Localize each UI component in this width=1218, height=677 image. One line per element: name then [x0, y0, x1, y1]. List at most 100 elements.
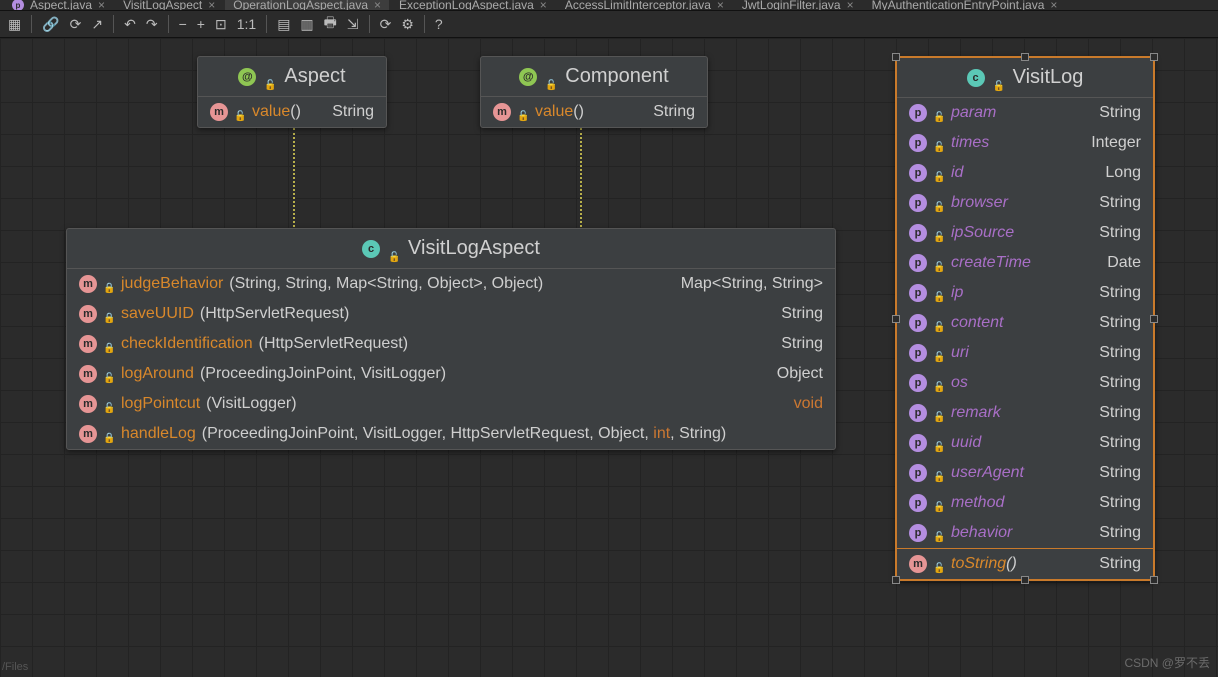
property-row: paramString: [897, 98, 1153, 128]
property-icon: [909, 224, 927, 242]
toolbar-separator: [113, 15, 114, 33]
property-icon: [909, 374, 927, 392]
property-name: ipSource: [951, 224, 1014, 242]
property-type: String: [1099, 224, 1141, 242]
property-type: String: [1099, 464, 1141, 482]
toolbar-separator: [369, 15, 370, 33]
property-row: idLong: [897, 158, 1153, 188]
property-row: remarkString: [897, 398, 1153, 428]
member-name: judgeBehavior: [121, 275, 223, 293]
node-visitlogaspect[interactable]: VisitLogAspect judgeBehavior(String, Str…: [66, 228, 836, 450]
member-type: void: [794, 395, 823, 413]
close-icon[interactable]: ×: [374, 0, 381, 10]
arrow-icon[interactable]: ↗: [91, 16, 103, 33]
undo-icon[interactable]: ↶: [124, 16, 136, 33]
tab-accesslimit[interactable]: AccessLimitInterceptor.java ×: [557, 0, 732, 10]
tab-label: JwtLoginFilter.java: [742, 0, 841, 10]
node-aspect[interactable]: Aspect value() String: [197, 56, 387, 128]
member-params: (ProceedingJoinPoint, VisitLogger): [200, 365, 446, 383]
tab-label: OperationLogAspect.java: [233, 0, 368, 10]
property-name: os: [951, 374, 968, 392]
uml-canvas[interactable]: Aspect value() String Component value() …: [0, 38, 1218, 677]
member-name: saveUUID: [121, 305, 194, 323]
property-icon: [909, 434, 927, 452]
annotation-icon: [238, 68, 256, 86]
export-icon[interactable]: ⇲: [347, 16, 359, 33]
tab-operationlogaspect[interactable]: OperationLogAspect.java ×: [225, 0, 389, 10]
zoom-in-icon[interactable]: +: [197, 16, 205, 32]
node-title: VisitLog: [897, 58, 1153, 98]
grid-icon[interactable]: ▤: [277, 16, 290, 33]
property-row: os String: [897, 368, 1153, 398]
tab-jwtloginfilter[interactable]: JwtLoginFilter.java ×: [734, 0, 862, 10]
property-icon: [909, 464, 927, 482]
public-icon: [933, 437, 945, 449]
toolbar-separator: [424, 15, 425, 33]
tab-visitlogaspect[interactable]: VisitLogAspect ×: [115, 0, 223, 10]
property-type: String: [1099, 524, 1141, 542]
public-icon: [933, 107, 945, 119]
close-icon[interactable]: ×: [540, 0, 547, 10]
public-icon: [103, 398, 115, 410]
method-icon: [79, 365, 97, 383]
property-row: uuidString: [897, 428, 1153, 458]
public-icon: [933, 497, 945, 509]
member-row: value() String: [481, 97, 707, 127]
tab-exceptionlogaspect[interactable]: ExceptionLogAspect.java ×: [391, 0, 555, 10]
refresh2-icon[interactable]: ⟳: [380, 16, 392, 33]
property-icon: [909, 134, 927, 152]
public-icon: [933, 467, 945, 479]
close-icon[interactable]: ×: [98, 0, 105, 10]
property-type: String: [1099, 374, 1141, 392]
property-type: Integer: [1091, 134, 1141, 152]
method-icon: [210, 103, 228, 121]
member-type: String: [653, 103, 695, 121]
layout-icon[interactable]: ▦: [8, 16, 21, 33]
snap-icon[interactable]: ▥: [300, 16, 313, 33]
link-icon[interactable]: 🔗: [42, 16, 59, 33]
watermark: CSDN @罗不丢: [1124, 654, 1210, 671]
member-row: logPointcut(VisitLogger)void: [67, 389, 835, 419]
member-params: (String, String, Map<String, Object>, Ob…: [229, 275, 543, 293]
zoom-fit-icon[interactable]: ⊡: [215, 16, 227, 33]
property-type: String: [1099, 104, 1141, 122]
public-icon: [933, 347, 945, 359]
property-icon: [909, 164, 927, 182]
property-icon: [909, 314, 927, 332]
print-icon[interactable]: 🖶: [324, 12, 337, 36]
property-icon: [909, 194, 927, 212]
member-name: logAround: [121, 365, 194, 383]
method-icon: [79, 305, 97, 323]
tab-myauthentrypoint[interactable]: MyAuthenticationEntryPoint.java ×: [864, 0, 1066, 10]
close-icon[interactable]: ×: [717, 0, 724, 10]
help-icon[interactable]: ?: [435, 16, 443, 32]
method-icon: [79, 275, 97, 293]
public-icon: [545, 71, 557, 83]
method-icon: [909, 555, 927, 573]
tab-aspect[interactable]: Aspect.java ×: [4, 0, 113, 10]
tab-label: MyAuthenticationEntryPoint.java: [872, 0, 1045, 10]
close-icon[interactable]: ×: [1050, 0, 1057, 10]
node-component[interactable]: Component value() String: [480, 56, 708, 128]
member-params: (HttpServletRequest): [259, 335, 408, 353]
private-icon: [103, 338, 115, 350]
zoom-out-icon[interactable]: −: [179, 16, 187, 32]
property-row: times Integer: [897, 128, 1153, 158]
public-icon: [933, 377, 945, 389]
refresh-icon[interactable]: ⟳: [70, 16, 82, 33]
property-name: userAgent: [951, 464, 1024, 482]
settings-icon[interactable]: ⚙: [401, 16, 414, 33]
node-visitlog[interactable]: VisitLog paramStringtimesIntegeridLongbr…: [895, 56, 1155, 581]
close-icon[interactable]: ×: [208, 0, 215, 10]
property-name: times: [951, 134, 989, 152]
member-name: value: [252, 103, 290, 120]
member-row: handleLog(ProceedingJoinPoint, VisitLogg…: [67, 419, 835, 449]
close-icon[interactable]: ×: [847, 0, 854, 10]
redo-icon[interactable]: ↷: [146, 16, 158, 33]
member-type: String: [332, 103, 374, 121]
zoom-actual-icon[interactable]: 1:1: [237, 16, 256, 32]
member-name: logPointcut: [121, 395, 200, 413]
property-name: method: [951, 494, 1004, 512]
member-row: toString() String: [897, 548, 1153, 579]
property-name: behavior: [951, 524, 1012, 542]
